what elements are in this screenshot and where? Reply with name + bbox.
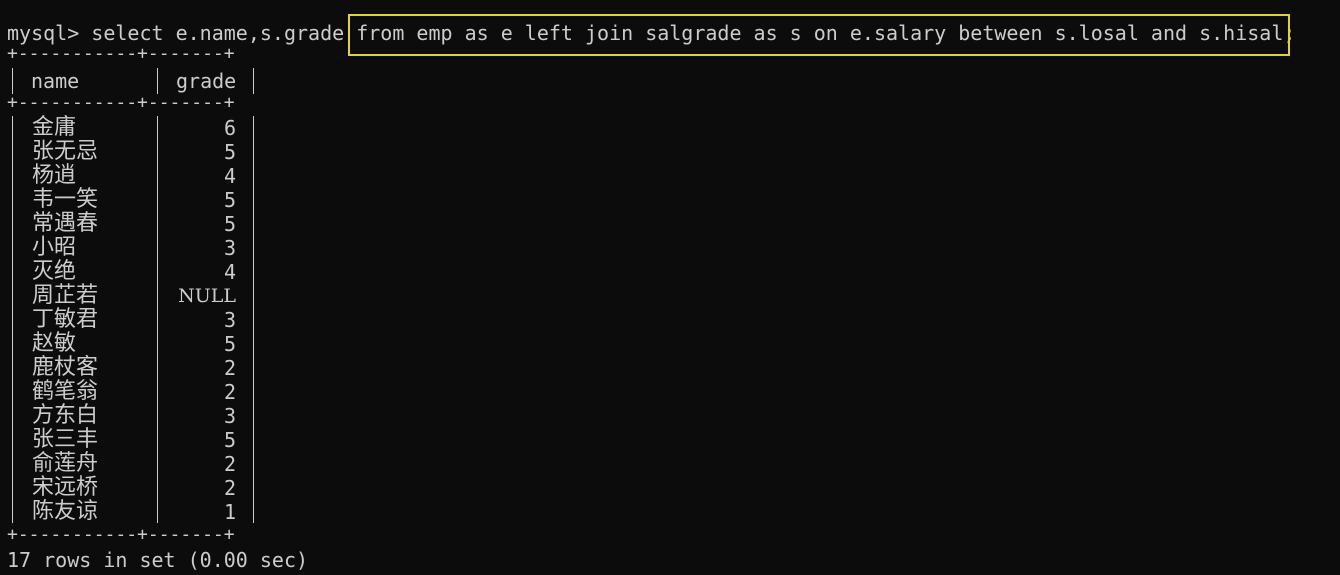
table-cell-grade: NULL <box>178 285 236 307</box>
table-cell-name: 陈友谅 <box>32 499 99 524</box>
table-cell-grade: 5 <box>223 188 236 212</box>
table-cell-name: 宋远桥 <box>32 475 99 500</box>
table-vbar-right-body <box>253 116 254 523</box>
table-cell-name: 张无忌 <box>32 139 99 164</box>
table-border-header: +-----------+-------+ <box>7 92 235 113</box>
table-cell-grade: 3 <box>223 308 236 332</box>
table-border-bottom: +-----------+-------+ <box>7 524 235 545</box>
table-cell-grade: 2 <box>223 452 236 476</box>
table-cell-name: 赵敏 <box>32 331 77 356</box>
table-cell-name: 张三丰 <box>32 427 99 452</box>
table-cell-grade: 2 <box>223 380 236 404</box>
terminal-window[interactable]: mysql> select e.name,s.grade from emp as… <box>0 0 1340 575</box>
table-cell-name: 方东白 <box>32 403 99 428</box>
table-cell-name: 杨逍 <box>32 163 77 188</box>
table-cell-name: 常遇春 <box>32 211 99 236</box>
result-footer: 17 rows in set (0.00 sec) <box>7 548 309 572</box>
table-cell-name: 小昭 <box>32 235 77 260</box>
table-cell-name: 鹤笔翁 <box>32 379 99 404</box>
command-highlight: from emp as e left join salgrade as s on… <box>356 21 1296 45</box>
table-cell-name: 周芷若 <box>32 283 99 308</box>
table-cell-grade: 3 <box>223 404 236 428</box>
table-vbar-right <box>253 68 254 94</box>
table-cell-grade: 5 <box>223 428 236 452</box>
table-cell-grade: 5 <box>223 332 236 356</box>
table-vbar-mid <box>157 68 158 94</box>
table-vbar-left <box>12 68 13 94</box>
table-cell-grade: 4 <box>223 260 236 284</box>
table-cell-name: 鹿杖客 <box>32 355 99 380</box>
table-border-top: +-----------+-------+ <box>7 43 235 64</box>
table-cell-grade: 2 <box>223 476 236 500</box>
table-cell-grade: 6 <box>223 116 236 140</box>
table-cell-grade: 5 <box>223 212 236 236</box>
table-cell-grade: 1 <box>223 500 236 524</box>
table-cell-grade: 4 <box>223 164 236 188</box>
command-line: mysql> select e.name,s.grade from emp as… <box>7 21 1295 45</box>
table-cell-name: 灭绝 <box>32 259 77 284</box>
mysql-prompt: mysql> <box>7 21 80 45</box>
table-cell-name: 金庸 <box>32 115 77 140</box>
table-cell-name: 韦一笑 <box>32 187 99 212</box>
table-cell-name: 丁敏君 <box>32 307 99 332</box>
command-prefix: select e.name,s.grade <box>79 21 357 45</box>
table-cell-grade: 2 <box>223 356 236 380</box>
column-header-grade: grade <box>176 69 237 93</box>
table-cell-name: 俞莲舟 <box>32 451 99 476</box>
table-vbar-left-body <box>12 116 13 523</box>
column-header-name: name <box>31 69 80 93</box>
table-cell-grade: 5 <box>223 140 236 164</box>
table-cell-grade: 3 <box>223 236 236 260</box>
